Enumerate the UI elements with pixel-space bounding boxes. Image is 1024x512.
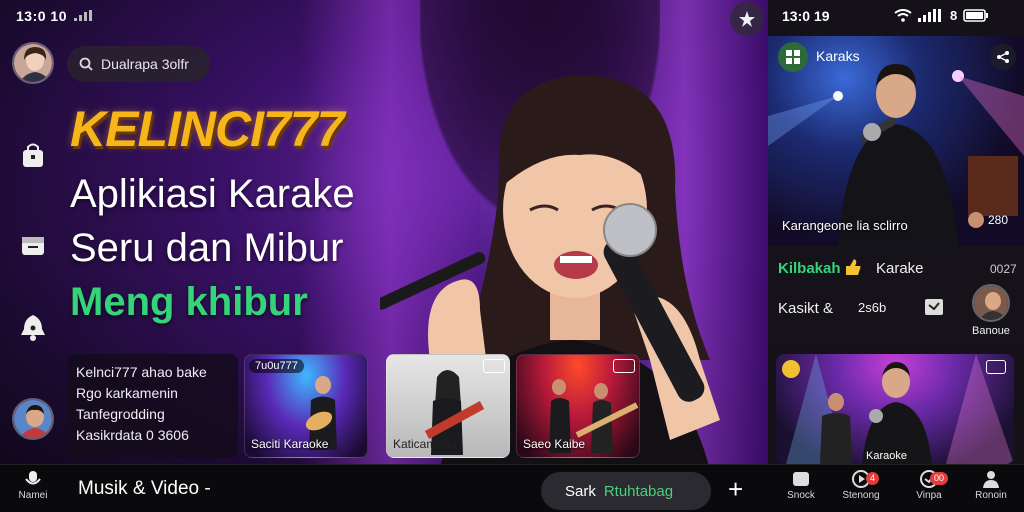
signal-bars-icon xyxy=(918,9,941,22)
signal-icon xyxy=(74,10,92,21)
grid-icon xyxy=(786,50,800,64)
bottom-search[interactable]: Sark Rtuhtabag xyxy=(541,472,711,510)
song-subtitle: Kasikt & xyxy=(778,300,834,317)
star-icon xyxy=(739,11,755,27)
nav-home-label: Namei xyxy=(18,490,48,501)
featured-video-viewers: 280 xyxy=(968,212,1008,228)
hero-banner: 13:0 10 Dualrapa 3olfr KELINCI777 Apliki… xyxy=(0,0,768,464)
search-icon xyxy=(79,57,93,71)
video-thumb-1-tag: 7u0u777 xyxy=(249,359,304,373)
song-duration: 2s6b xyxy=(858,300,887,315)
share-icon xyxy=(997,51,1009,63)
bottom-search-prefix: Sark xyxy=(565,482,596,500)
category-selector[interactable]: Musik & Video - xyxy=(78,478,211,500)
video-thumb-2[interactable]: Katicamond xyxy=(386,354,510,458)
profile-avatar[interactable] xyxy=(12,42,54,84)
info-card-title-suffix: ahao bake xyxy=(141,364,207,380)
song-count: 0027 xyxy=(990,262,1017,276)
video-thumb-1-caption: Saciti Karaoke xyxy=(251,437,329,451)
nav-stenong[interactable]: Stenong xyxy=(836,468,886,501)
channel-logo[interactable] xyxy=(778,42,808,72)
bag-icon[interactable] xyxy=(18,140,48,170)
box-icon xyxy=(793,472,809,486)
favorite-button[interactable] xyxy=(730,2,764,36)
nav-snock-label: Snock xyxy=(787,490,815,501)
info-card-line3: Tanfegrodding xyxy=(76,406,165,422)
live-badge-icon xyxy=(782,360,800,378)
share-button[interactable] xyxy=(990,44,1016,70)
info-card-line4: Kasikrdata 0 3606 xyxy=(76,427,189,443)
song-genre: Karake xyxy=(876,260,924,277)
wifi-icon xyxy=(894,9,912,22)
tagline-line2: Seru dan Mibur xyxy=(70,226,344,270)
user-avatar[interactable] xyxy=(12,398,54,440)
tagline-line3: Meng khibur xyxy=(70,280,308,324)
nav-ronoin[interactable]: Ronoin xyxy=(966,468,1016,501)
nav-vinpa-badge: 00 xyxy=(930,472,949,485)
video-thumb-3[interactable]: Saeo Kaibe xyxy=(516,354,640,458)
video-thumb-2-caption: Katicamond xyxy=(393,437,457,451)
battery-icon xyxy=(963,9,989,22)
person-icon xyxy=(983,471,999,488)
nav-stenong-label: Stenong xyxy=(842,490,880,501)
info-card-line2: Rgo karkamenin xyxy=(76,385,178,401)
secondary-video-caption: Karaoke xyxy=(866,450,907,462)
nav-ronoin-label: Ronoin xyxy=(975,490,1007,501)
video-thumb-3-caption: Saeo Kaibe xyxy=(523,437,586,451)
bottom-search-highlight: Rtuhtabag xyxy=(603,482,674,500)
stage-singers-image xyxy=(786,354,1014,464)
nav-stenong-badge: 4 xyxy=(866,472,880,485)
video-thumb-2-corner-icon xyxy=(483,359,505,373)
nav-vinpa[interactable]: Vinpa xyxy=(904,468,954,501)
inbox-icon[interactable] xyxy=(924,298,944,316)
right-status-time: 13:0 19 xyxy=(782,8,830,24)
singer-profile-label: Banoue xyxy=(972,325,1010,337)
video-thumb-1[interactable]: 7u0u777 Saciti Karaoke xyxy=(244,354,368,458)
info-card-title: Kelnci777 xyxy=(76,364,138,380)
add-button[interactable]: + xyxy=(728,476,743,502)
info-card[interactable]: Kelnci777 ahao bake Rgo karkamenin Tanfe… xyxy=(68,354,238,458)
channel-name: Karaks xyxy=(816,48,860,64)
right-status-icons: 8 xyxy=(894,8,989,23)
status-time: 13:0 10 xyxy=(16,8,67,24)
search-pill[interactable]: Dualrapa 3olfr xyxy=(67,46,210,82)
user-avatar-image xyxy=(14,400,52,438)
secondary-video[interactable]: Karaoke xyxy=(776,354,1014,464)
brand-title: KELINCI777 xyxy=(70,101,344,157)
singer-profile-avatar[interactable] xyxy=(972,284,1010,322)
thumbs-up-icon[interactable] xyxy=(844,258,862,276)
store-icon[interactable] xyxy=(18,230,48,260)
profile-avatar-image xyxy=(14,44,52,82)
nav-home[interactable]: Namei xyxy=(8,468,58,501)
mic-icon xyxy=(25,471,41,485)
featured-video-title: Karangeone lia sclirro xyxy=(782,218,908,233)
app-screen: 13:0 10 Dualrapa 3olfr KELINCI777 Apliki… xyxy=(0,0,1024,512)
battery-label: 8 xyxy=(950,8,958,23)
viewer-count: 280 xyxy=(988,213,1009,227)
bell-icon[interactable] xyxy=(18,312,48,342)
tagline-line1: Aplikiasi Karake xyxy=(70,172,355,216)
fullscreen-icon[interactable] xyxy=(986,360,1006,374)
info-card-title-row: Kelnci777 ahao bake xyxy=(76,362,230,383)
viewer-avatar xyxy=(968,212,984,228)
search-pill-label: Dualrapa 3olfr xyxy=(101,56,189,72)
nav-vinpa-label: Vinpa xyxy=(916,490,942,501)
nav-snock[interactable]: Snock xyxy=(776,468,826,501)
song-artist[interactable]: Kilbakah xyxy=(778,260,841,277)
video-thumb-3-corner-icon xyxy=(613,359,635,373)
